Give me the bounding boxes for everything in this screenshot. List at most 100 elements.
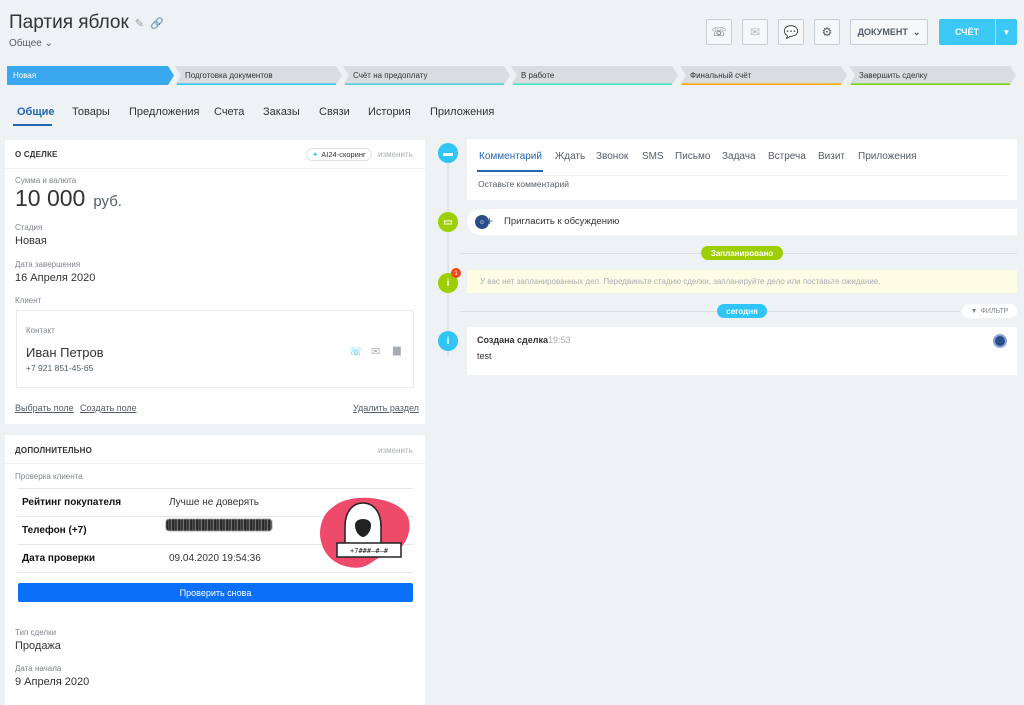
stage-5[interactable]: Финальный счёт: [680, 66, 847, 85]
filter-label: ФИЛЬТР: [980, 307, 1009, 315]
tab-4[interactable]: Счета: [214, 106, 244, 118]
document-label: ДОКУМЕНТ: [857, 27, 908, 37]
plus-icon[interactable]: +: [486, 214, 493, 228]
link-icon[interactable]: 🔗: [150, 17, 164, 30]
stage-label: Новая: [13, 71, 37, 80]
contact-phone-icon[interactable]: ☏: [349, 345, 363, 358]
tab-5[interactable]: Заказы: [263, 106, 300, 118]
email-button[interactable]: ✉: [742, 19, 768, 45]
invoice-button[interactable]: СЧЁТ ▼: [939, 19, 1017, 45]
edit-link[interactable]: изменить: [378, 446, 413, 455]
sparkle-icon: ✦: [312, 150, 319, 159]
recheck-button[interactable]: Проверить снова: [18, 583, 413, 602]
stage-label: Счёт на предоплату: [353, 71, 428, 80]
page-title: Партия яблок: [9, 12, 129, 33]
contact-phone[interactable]: +7 921 851-45-65: [26, 363, 93, 373]
hacker-illustration: +7###—#—#: [315, 493, 411, 569]
ai-scoring-badge[interactable]: ✦ AI24-скоринг: [306, 148, 372, 161]
envelope-icon: ✉: [749, 25, 761, 39]
amount-label: Сумма и валюта: [15, 176, 77, 185]
phone-button[interactable]: ☏: [706, 19, 732, 45]
stage-value[interactable]: Новая: [15, 235, 47, 247]
entry-text: test: [477, 351, 492, 361]
author-avatar[interactable]: [993, 334, 1007, 348]
invite-label: Пригласить к обсуждению: [504, 216, 620, 227]
client-label: Клиент: [15, 296, 42, 305]
create-field-link[interactable]: Создать поле: [80, 403, 137, 413]
no-plans-text: У вас нет запланированных дел. Передвинь…: [480, 277, 881, 286]
editor-tab-4[interactable]: SMS: [642, 151, 664, 162]
contact-name[interactable]: Иван Петров: [26, 345, 104, 360]
editor-tab-6[interactable]: Задача: [722, 151, 756, 162]
created-deal-entry: Создана сделка 19:53 test: [467, 327, 1017, 375]
about-deal-panel: О СДЕЛКЕ ✦ AI24-скоринг изменить Сумма и …: [5, 140, 425, 424]
editor-tab-8[interactable]: Визит: [818, 151, 845, 162]
tab-7[interactable]: История: [368, 106, 411, 118]
tab-2[interactable]: Товары: [72, 106, 110, 118]
category-selector[interactable]: Общее ⌄: [9, 38, 53, 49]
stage-3[interactable]: Счёт на предоплату: [343, 66, 510, 85]
amount-value: 10 000: [15, 185, 86, 211]
phone-icon: ☏: [711, 25, 727, 39]
divider: [5, 168, 425, 169]
close-date-value[interactable]: 16 Апреля 2020: [15, 272, 95, 284]
svg-text:+7###—#—#: +7###—#—#: [350, 547, 389, 555]
invite-discussion[interactable]: ☺ + Пригласить к обсуждению: [467, 209, 1017, 235]
tab-3[interactable]: Предложения: [129, 106, 200, 118]
hidden-phone-value: [166, 519, 272, 531]
stage-label: Подготовка документов: [185, 71, 273, 80]
recheck-label: Проверить снова: [179, 587, 252, 598]
section-title: О СДЕЛКЕ: [15, 150, 58, 159]
tab-6[interactable]: Связи: [319, 106, 350, 118]
select-field-link[interactable]: Выбрать поле: [15, 403, 74, 413]
stage-6[interactable]: Завершить сделку: [849, 66, 1016, 85]
stage-4[interactable]: В работе: [511, 66, 678, 85]
editor-tab-3[interactable]: Звонок: [596, 151, 628, 162]
contact-card[interactable]: Контакт Иван Петров +7 921 851-45-65 ☏ ✉…: [16, 310, 414, 388]
timeline-line: [447, 156, 449, 356]
invoice-label: СЧЁТ: [954, 27, 980, 37]
editor-tab-1[interactable]: Комментарий: [479, 151, 542, 162]
contact-email-icon[interactable]: ✉: [371, 345, 380, 358]
discussion-dot-icon: ▭: [438, 212, 458, 232]
tab-1[interactable]: Общие: [17, 106, 55, 118]
divider: [460, 311, 960, 312]
funnel-icon: ▼: [970, 307, 978, 315]
filter-button[interactable]: ▼ ФИЛЬТР: [962, 304, 1017, 318]
deal-type-value[interactable]: Продажа: [15, 640, 61, 652]
editor-tab-underline: [477, 170, 543, 172]
edit-link[interactable]: изменить: [378, 150, 413, 159]
category-label: Общее: [9, 38, 42, 49]
activity-editor: Комментарий Ждать Звонок SMS Письмо Задача Вст…: [467, 139, 1017, 200]
editor-tab-5[interactable]: Письмо: [675, 151, 710, 162]
editor-tab-2[interactable]: Ждать: [555, 151, 585, 162]
row-key: Рейтинг покупателя: [22, 497, 122, 508]
amount-row[interactable]: 10 000 руб.: [15, 185, 122, 212]
close-date-label: Дата завершения: [15, 260, 81, 269]
settings-button[interactable]: ⚙: [814, 19, 840, 45]
contact-chat-icon[interactable]: ▆: [393, 345, 401, 356]
stage-2[interactable]: Подготовка документов: [175, 66, 342, 85]
divider: [477, 175, 1007, 176]
dropdown-arrow-icon[interactable]: ▼: [995, 19, 1017, 45]
comment-input[interactable]: Оставьте комментарий: [478, 179, 569, 189]
entry-time: 19:53: [548, 335, 571, 345]
stage-label: Финальный счёт: [690, 71, 752, 80]
start-date-value[interactable]: 9 Апреля 2020: [15, 676, 89, 688]
planned-badge: Запланировано: [701, 246, 783, 260]
contact-label: Контакт: [26, 326, 55, 335]
document-button[interactable]: ДОКУМЕНТ ⌄: [850, 19, 928, 45]
stage-1[interactable]: Новая: [7, 66, 174, 85]
tab-8[interactable]: Приложения: [430, 106, 494, 118]
delete-section-link[interactable]: Удалить раздел: [353, 403, 419, 413]
chat-button[interactable]: 💬: [778, 19, 804, 45]
pencil-icon[interactable]: ✎: [135, 17, 144, 30]
chat-icon: 💬: [783, 25, 799, 39]
stage-label: Завершить сделку: [859, 71, 928, 80]
editor-tab-7[interactable]: Встреча: [768, 151, 806, 162]
editor-tab-9[interactable]: Приложения: [858, 151, 917, 162]
stage-label: В работе: [521, 71, 555, 80]
start-date-label: Дата начала: [15, 664, 62, 673]
currency-value: руб.: [93, 193, 122, 210]
client-check-label: Проверка клиента: [15, 472, 83, 481]
